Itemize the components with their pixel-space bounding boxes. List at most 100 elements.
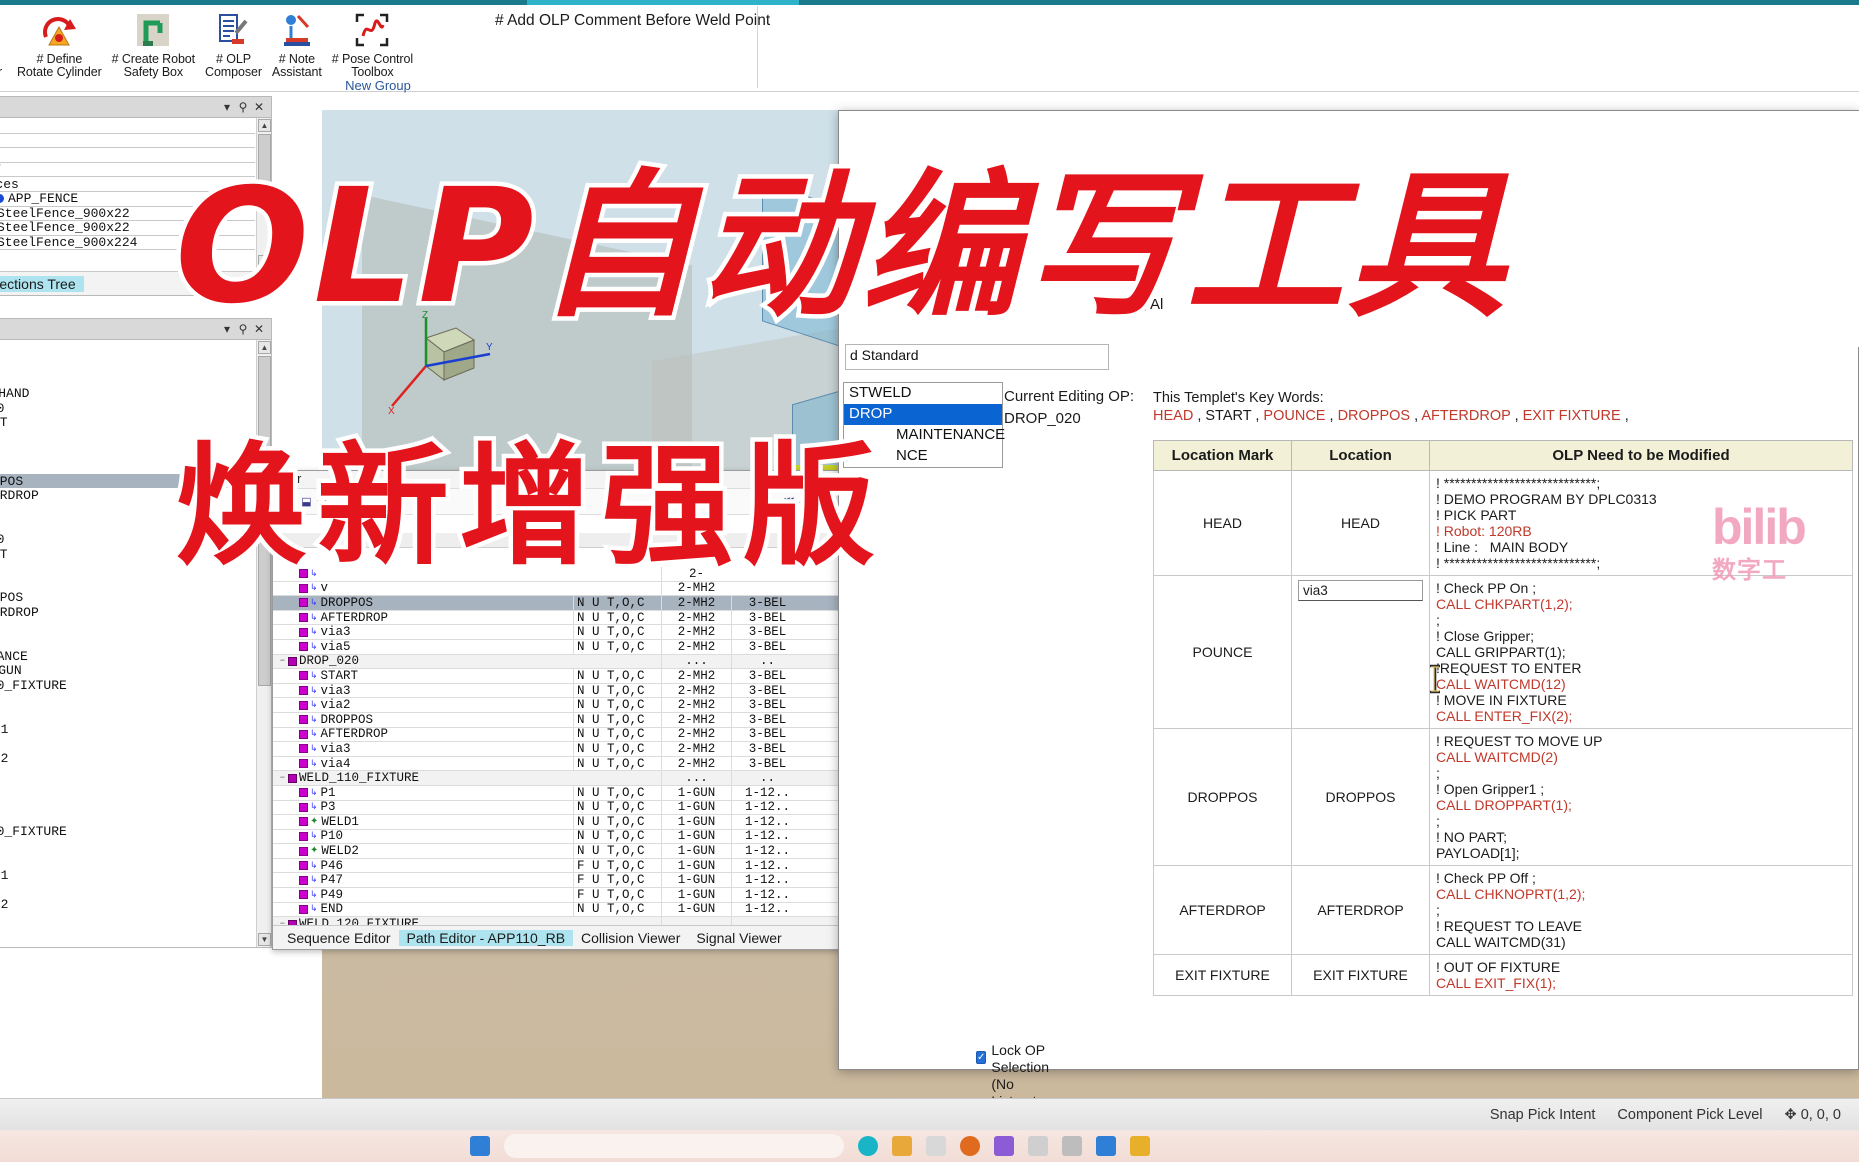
scrollbar-thumb[interactable] <box>258 134 271 188</box>
table-row[interactable]: ✦ WELD1 N U T,O,C 1-GUN 1-12.. <box>273 814 841 830</box>
status-component-pick-level[interactable]: Component Pick Level <box>1617 1107 1762 1123</box>
taskbar-search-box[interactable] <box>504 1134 844 1158</box>
tree-item[interactable]: ↳P49 <box>0 795 255 810</box>
table-row[interactable]: ↳ v 2-MH2 <box>273 581 841 597</box>
table-row[interactable]: EXIT FIXTURE EXIT FIXTURE! OUT OF FIXTURE… <box>1153 954 1853 996</box>
location-cell[interactable]: EXIT FIXTURE <box>1291 954 1430 996</box>
location-cell[interactable]: HEAD <box>1291 470 1430 576</box>
tree-item[interactable]: ↳P1 <box>0 839 255 854</box>
tree-item[interactable]: ↳via4 <box>0 445 255 460</box>
tree-item[interactable]: DROP_020 <box>0 532 255 547</box>
ribbon-item-define-rotate-cylinder[interactable]: # Define Rotate Cylinder <box>12 8 107 78</box>
tree-item[interactable]: APP110RB_HAND <box>0 386 255 401</box>
tree-item[interactable]: ↳via3 <box>0 430 255 445</box>
taskbar-browser-icon[interactable] <box>858 1136 878 1156</box>
table-row[interactable]: ↳ 2- <box>273 567 841 582</box>
scroll-up-button-2[interactable]: ▲ <box>258 341 271 354</box>
taskbar-notes-icon[interactable] <box>1130 1136 1150 1156</box>
templet-item-nce[interactable]: NCE <box>844 446 1002 467</box>
table-row[interactable]: ↳ via5 N U T,O,C 2-MH2 3-BEL <box>273 639 841 655</box>
taskbar-doc-icon[interactable] <box>1028 1136 1048 1156</box>
location-cell[interactable]: AFTERDROP <box>1291 865 1430 955</box>
table-row[interactable]: AFTERDROP AFTERDROP! Check PP Off ; CALL C… <box>1153 865 1853 955</box>
scroll-down-button[interactable]: ▼ <box>258 255 271 268</box>
table-row[interactable]: ↳ START N U T,O,C 2-MH2 3-BEL <box>273 668 841 684</box>
taskbar-app-icon[interactable] <box>994 1136 1014 1156</box>
collapse-toggle-icon[interactable]: − <box>277 773 288 783</box>
tree-item[interactable]: ↳via2 <box>0 576 255 591</box>
tab-sequence-editor[interactable]: Sequence Editor <box>279 930 399 946</box>
tree-item[interactable]: ↳P10 <box>0 882 255 897</box>
tree-item[interactable]: ↳DROPPOS <box>0 474 255 489</box>
table-row[interactable]: ↳ via3 N U T,O,C 2-MH2 3-BEL <box>273 625 841 640</box>
path-editor-tabs[interactable]: Sequence Editor Path Editor - APP110_RB Co… <box>273 925 841 949</box>
logical-collections-panel[interactable]: ▾ ⚲ ✕ _LINEPartsResourcesAPP_DEVFences+A… <box>0 96 272 296</box>
ribbon-items[interactable]: ne ylinder # Define Rotate Cylinder <box>0 8 418 78</box>
tree-item[interactable]: WELD_110_FIXTURE <box>0 678 255 693</box>
always-on-top-checkbox[interactable]: ✓ Al <box>1133 296 1163 313</box>
table-row[interactable]: ↳ via4 N U T,O,C 2-MH2 3-BEL <box>273 756 841 772</box>
status-bar[interactable]: Snap Pick Intent Component Pick Level ✥ … <box>0 1098 1859 1130</box>
tree-rows[interactable]: _LINEPartsResourcesAPP_DEVFences+APP_FEN… <box>0 119 255 251</box>
table-row[interactable]: ↳ DROPPOS N U T,O,C 2-MH2 3-BEL <box>273 712 841 728</box>
table-row[interactable]: ↳ P49 F U T,O,C 1-GUN 1-12.. <box>273 887 841 903</box>
status-snap-pick-intent[interactable]: Snap Pick Intent <box>1490 1107 1596 1123</box>
tree-item[interactable]: WELD_120_FIXTURE <box>0 824 255 839</box>
scroll-up-button[interactable]: ▲ <box>258 119 271 132</box>
table-row[interactable]: ✦ WELD2 N U T,O,C 1-GUN 1-12.. <box>273 844 841 859</box>
ribbon-item-pose-control-toolbox[interactable]: # Pose Control Toolbox <box>327 8 418 78</box>
location-input[interactable]: via3 <box>1298 580 1423 601</box>
play-icon[interactable]: ▶ <box>813 495 821 508</box>
tree-item[interactable]: +SteelFence_900x22 <box>0 206 255 222</box>
templet-item-maintenance[interactable]: MAINTENANCE <box>844 425 1005 446</box>
table-row[interactable]: ↳ DROPPOS N U T,O,C 2-MH2 3-BEL <box>273 595 841 611</box>
tree-item[interactable]: MAINTENANCE <box>0 649 255 664</box>
tree-item[interactable]: ✦WELD1 <box>0 722 255 737</box>
ribbon-toolbar[interactable]: ne ylinder # Define Rotate Cylinder <box>0 0 1859 93</box>
tree-item[interactable]: ✦WELD1 <box>0 868 255 883</box>
templet-list[interactable]: STWELD DROP MAINTENANCE NCE <box>843 382 1005 468</box>
location-cell[interactable]: DROPPOS <box>1291 728 1430 866</box>
tree-item[interactable]: +APP_FENCE <box>0 191 255 207</box>
pin-icon[interactable]: ⚲ <box>235 100 251 114</box>
path-editor-column-header[interactable]: Utoo <box>273 533 841 548</box>
taskbar-firefox-icon[interactable] <box>960 1136 980 1156</box>
table-row[interactable]: POUNCE via3 ! Check PP On ; CALL CHKPART(1,… <box>1153 575 1853 729</box>
tree-item[interactable]: APP_DEV <box>0 162 255 178</box>
prev-frame-icon[interactable]: ◀ <box>799 495 807 508</box>
location-cell[interactable]: via3 <box>1291 575 1430 729</box>
tree-item[interactable]: ↳P46 <box>0 912 255 927</box>
taskbar-excel-icon[interactable] <box>1062 1136 1082 1156</box>
tree-item[interactable]: ↳via2 <box>0 459 255 474</box>
tree-item[interactable]: ↳via5 <box>0 518 255 533</box>
tree-item[interactable]: ↳P46 <box>0 766 255 781</box>
tree-item[interactable]: APP_DEMO <box>0 372 255 387</box>
tree-item[interactable]: Fences <box>0 177 255 192</box>
tree-item[interactable]: Parts <box>0 134 255 149</box>
table-row[interactable]: ↳ via3 N U T,O,C 2-MH2 3-BEL <box>273 741 841 757</box>
tree-item[interactable]: ↳P3 <box>0 707 255 722</box>
tree-item[interactable]: Resources <box>0 148 255 163</box>
tab-collision-viewer[interactable]: Collision Viewer <box>573 930 688 946</box>
ribbon-item-olp-composer[interactable]: # OLP Composer <box>200 8 267 78</box>
table-row[interactable]: ↳ via3 N U T,O,C 2-MH2 3-BEL <box>273 683 841 699</box>
tree-item[interactable]: ↳P47 <box>0 780 255 795</box>
scroll-down-button-2[interactable]: ▼ <box>258 933 271 946</box>
panel-tab-strip[interactable]: Logical Collections Tree <box>0 271 271 295</box>
path-editor-window[interactable]: ditor ▦ | ⬓ ❐ ⏮ ◀ ▶ ⏭ h Lo DROP Utoo ↳ 2-… <box>272 470 842 950</box>
taskbar-start-icon[interactable] <box>470 1136 490 1156</box>
olp-code-cell[interactable]: ! Check PP Off ; CALL CHKNOPRT(1,2);;! RE… <box>1429 865 1853 955</box>
table-row[interactable]: DROPPOS DROPPOS! REQUEST TO MOVE UP CALL W… <box>1153 728 1853 866</box>
tree-item[interactable]: ✦WELD2 <box>0 751 255 766</box>
table-row[interactable]: ↳ P10 N U T,O,C 1-GUN 1-12.. <box>273 829 841 845</box>
tree-item[interactable]: DROP_010 <box>0 401 255 416</box>
path-editor-toolbar[interactable]: ▦ | ⬓ ❐ ⏮ ◀ ▶ ⏭ <box>273 489 841 515</box>
taskbar-folder-icon[interactable] <box>892 1136 912 1156</box>
duplicate-icon[interactable]: ❐ <box>317 495 327 508</box>
table-row[interactable]: ↳ AFTERDROP N U T,O,C 2-MH2 3-BEL <box>273 727 841 743</box>
templet-item-stweld[interactable]: STWELD <box>844 383 1002 404</box>
chevron-down-icon[interactable]: ▾ <box>219 100 235 114</box>
tree-item[interactable]: ↳via3 <box>0 620 255 635</box>
table-row[interactable]: − DROP_020..... <box>273 654 841 670</box>
table-row[interactable]: ↳ AFTERDROP N U T,O,C 2-MH2 3-BEL <box>273 610 841 626</box>
